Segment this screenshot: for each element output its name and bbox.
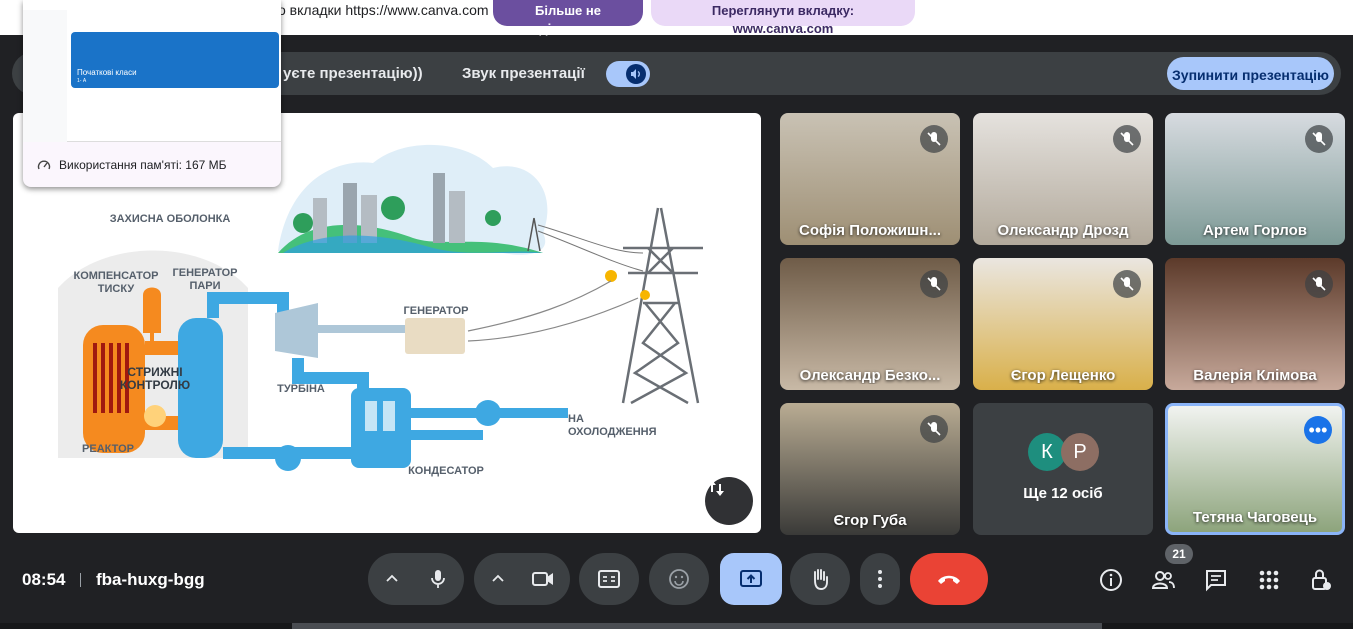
scrollbar-thumb[interactable] bbox=[292, 623, 1102, 629]
more-options-button[interactable] bbox=[860, 553, 900, 605]
emoji-icon bbox=[669, 569, 689, 589]
tab-preview-thumbnail: Початкові класи 1- А bbox=[23, 0, 281, 142]
activities-icon[interactable] bbox=[1256, 567, 1282, 593]
mic-off-icon bbox=[920, 270, 948, 298]
label-shell: ЗАХИСНА ОБОЛОНКА bbox=[109, 213, 231, 225]
preview-class-sub: 1- А bbox=[77, 78, 87, 84]
participant-tile[interactable]: Єгор Губа bbox=[780, 403, 960, 535]
reactions-button[interactable] bbox=[649, 553, 709, 605]
camera-icon[interactable] bbox=[530, 567, 556, 591]
camera-control-group bbox=[474, 553, 570, 605]
mic-control-group bbox=[368, 553, 464, 605]
people-icon[interactable] bbox=[1150, 567, 1176, 593]
stop-sharing-button[interactable]: Більше не ділитися bbox=[493, 0, 643, 36]
microphone-icon[interactable] bbox=[426, 567, 450, 591]
mic-off-icon bbox=[920, 415, 948, 443]
meeting-time: 08:54 bbox=[22, 570, 66, 589]
hang-up-icon bbox=[938, 575, 960, 584]
participant-name: Артем Горлов bbox=[1203, 222, 1307, 239]
sharing-banner-text: о вкладки https://www.canva.com bbox=[278, 2, 489, 18]
chat-icon[interactable] bbox=[1203, 567, 1229, 593]
label-compensator: КОМПЕНСАТОР ТИСКУ bbox=[73, 270, 159, 295]
more-participants-tile[interactable]: К Р Ще 12 осіб bbox=[973, 403, 1153, 535]
label-reactor: РЕАКТОР bbox=[82, 443, 134, 455]
label-generator: ГЕНЕРАТОР bbox=[403, 305, 469, 317]
participant-name: Валерія Клімова bbox=[1193, 367, 1317, 384]
participant-count-badge: 21 bbox=[1165, 544, 1193, 564]
label-control-rods: СТРИЖНІ КОНТРОЛЮ bbox=[119, 365, 191, 392]
participant-name: Єгор Губа bbox=[833, 512, 907, 529]
meeting-info-icon[interactable] bbox=[1098, 567, 1124, 593]
stop-presentation-button[interactable]: Зупинити презентацію bbox=[1167, 57, 1334, 90]
participant-tile[interactable]: Олександр Дрозд bbox=[973, 113, 1153, 245]
participant-tile-self[interactable]: ••• Тетяна Чаговець bbox=[1165, 403, 1345, 535]
mic-off-icon bbox=[1113, 125, 1141, 153]
preview-class-title: Початкові класи bbox=[77, 68, 137, 77]
volume-icon bbox=[626, 64, 646, 84]
participant-name: Олександр Дрозд bbox=[997, 222, 1129, 239]
divider bbox=[80, 573, 81, 587]
raise-hand-button[interactable] bbox=[790, 553, 850, 605]
memory-gauge-icon bbox=[37, 160, 51, 170]
label-turbine: ТУРБІНА bbox=[277, 383, 325, 395]
captions-icon bbox=[598, 570, 620, 588]
more-participants-label: Ще 12 осіб bbox=[1023, 485, 1103, 502]
mic-off-icon bbox=[1113, 270, 1141, 298]
participant-tile[interactable]: Єгор Лещенко bbox=[973, 258, 1153, 390]
present-screen-icon bbox=[740, 570, 762, 587]
presentation-sound-label: Звук презентації bbox=[462, 65, 585, 82]
avatar: Р bbox=[1061, 433, 1099, 471]
presentation-info: уєте презентацію)) bbox=[283, 65, 423, 82]
participant-name: Олександр Безко... bbox=[799, 367, 941, 384]
mic-off-icon bbox=[1305, 270, 1333, 298]
participant-tile[interactable]: Валерія Клімова bbox=[1165, 258, 1345, 390]
participant-name: Софія Положишн... bbox=[799, 222, 941, 239]
more-vert-icon bbox=[878, 570, 882, 588]
swap-view-button[interactable] bbox=[705, 477, 753, 525]
label-steam-generator: ГЕНЕРАТОР ПАРИ bbox=[172, 267, 238, 292]
meeting-code: fba-huxg-bgg bbox=[96, 570, 205, 589]
present-now-button[interactable] bbox=[720, 553, 782, 605]
participant-tile[interactable]: Олександр Безко... bbox=[780, 258, 960, 390]
preview-class-banner: Початкові класи 1- А bbox=[71, 32, 279, 88]
more-options-icon[interactable]: ••• bbox=[1304, 416, 1332, 444]
participant-tile[interactable]: Артем Горлов bbox=[1165, 113, 1345, 245]
chevron-up-icon[interactable] bbox=[384, 571, 400, 587]
participant-name: Тетяна Чаговець bbox=[1192, 509, 1318, 526]
participant-name: Єгор Лещенко bbox=[1010, 367, 1116, 384]
mic-off-icon bbox=[1305, 125, 1333, 153]
mic-off-icon bbox=[920, 125, 948, 153]
host-controls-icon[interactable] bbox=[1308, 567, 1334, 593]
presentation-sound-toggle[interactable] bbox=[606, 61, 650, 87]
tab-memory-popup: Початкові класи 1- А Використання пам'ят… bbox=[23, 0, 281, 187]
hand-icon bbox=[814, 569, 828, 590]
swap-vertical-icon bbox=[708, 480, 724, 496]
captions-button[interactable] bbox=[579, 553, 639, 605]
label-condenser: КОНДЕСАТОР bbox=[408, 465, 484, 477]
memory-usage-label: Використання пам'яті: 167 МБ bbox=[59, 158, 227, 172]
label-cooling: НА ОХОЛОДЖЕННЯ bbox=[568, 413, 657, 438]
preview-sidebar bbox=[23, 10, 67, 142]
chevron-up-icon[interactable] bbox=[490, 571, 506, 587]
leave-call-button[interactable] bbox=[910, 553, 988, 605]
view-tab-button[interactable]: Переглянути вкладку: www.canva.com bbox=[651, 0, 915, 36]
participant-tile[interactable]: Софія Положишн... bbox=[780, 113, 960, 245]
